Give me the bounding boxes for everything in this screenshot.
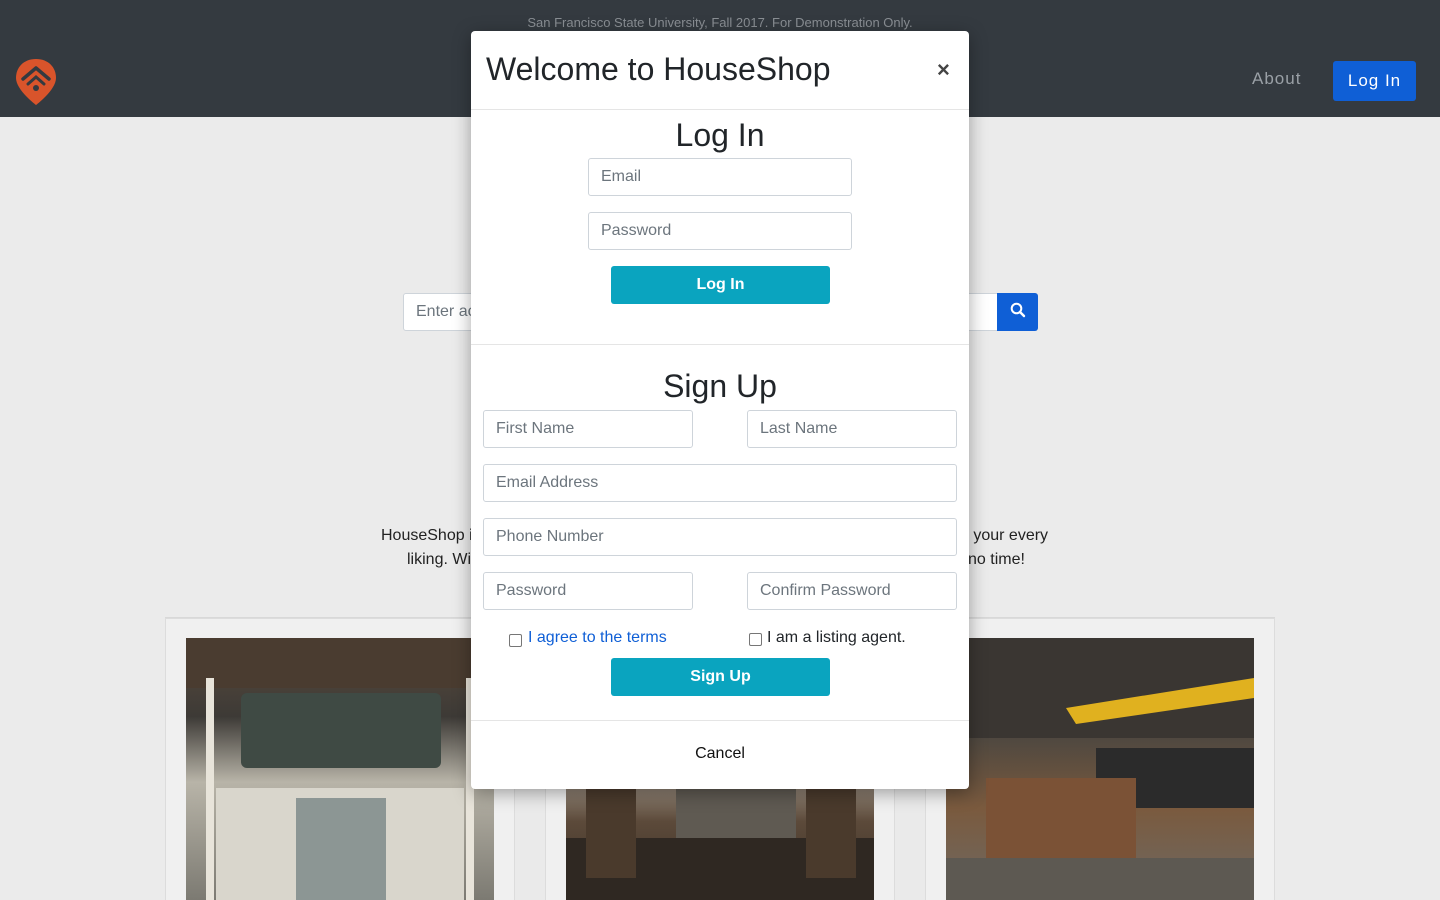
first-name-input[interactable]: First Name (483, 410, 693, 448)
signup-heading: Sign Up (663, 368, 777, 404)
auth-modal: Welcome to HouseShop × Log In Email Pass… (471, 31, 969, 789)
agent-label: I am a listing agent. (767, 629, 906, 646)
signup-password-input[interactable]: Password (483, 572, 693, 610)
login-password-input[interactable]: Password (588, 212, 852, 250)
confirm-password-input[interactable]: Confirm Password (747, 572, 957, 610)
divider (471, 720, 969, 721)
login-email-input[interactable]: Email (588, 158, 852, 196)
agent-checkbox[interactable] (749, 633, 762, 646)
last-name-input[interactable]: Last Name (747, 410, 957, 448)
phone-number-input[interactable]: Phone Number (483, 518, 957, 556)
cancel-button[interactable]: Cancel (471, 745, 969, 763)
login-heading: Log In (675, 117, 765, 153)
modal-title: Welcome to HouseShop (486, 51, 831, 87)
login-submit-button[interactable]: Log In (611, 266, 830, 304)
signup-email-input[interactable]: Email Address (483, 464, 957, 502)
divider (471, 109, 969, 110)
terms-link[interactable]: I agree to the terms (528, 629, 667, 647)
divider (471, 344, 969, 345)
close-icon[interactable]: × (937, 57, 950, 83)
signup-submit-button[interactable]: Sign Up (611, 658, 830, 696)
terms-checkbox[interactable] (509, 634, 522, 647)
